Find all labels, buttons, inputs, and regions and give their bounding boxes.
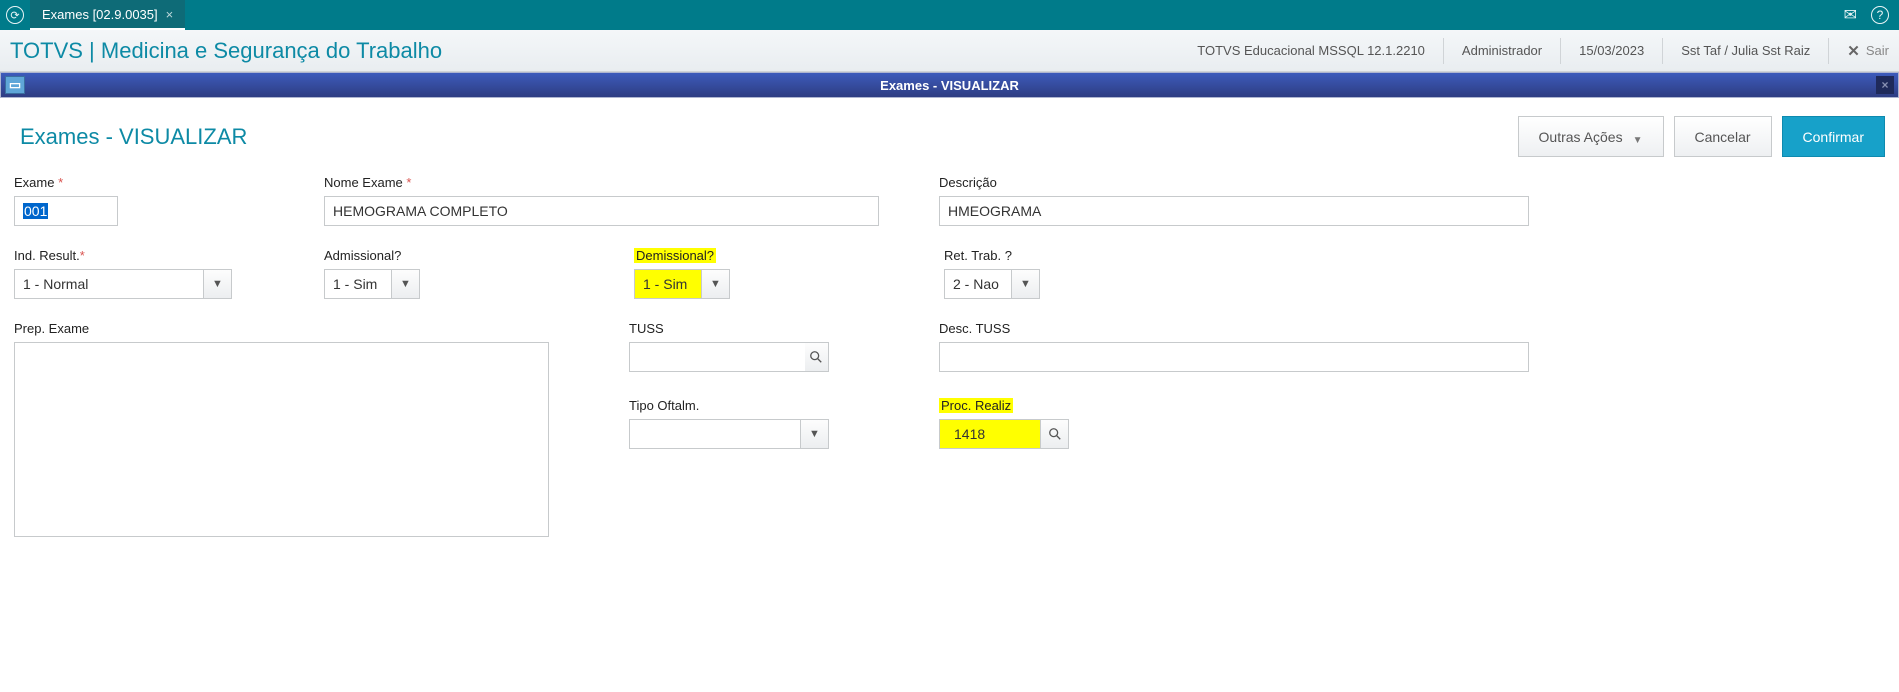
confirm-label: Confirmar [1803, 129, 1864, 145]
product-title: TOTVS | Medicina e Segurança do Trabalho [10, 38, 442, 64]
other-actions-button[interactable]: Outras Ações ▼ [1518, 116, 1664, 157]
tab-label: Exames [02.9.0035] [42, 7, 158, 22]
rettrab-dropdown-button[interactable]: ▼ [1012, 269, 1040, 299]
demissional-label: Demissional? [634, 248, 934, 263]
search-icon [809, 350, 823, 364]
nome-exame-label: Nome Exame * [324, 175, 929, 190]
mail-icon[interactable]: ✉ [1844, 5, 1857, 25]
page-title: Exames - VISUALIZAR [20, 124, 247, 150]
tipooftalm-dropdown-button[interactable]: ▼ [801, 419, 829, 449]
app-logo-icon: ⟳ [6, 6, 24, 24]
admissional-dropdown-button[interactable]: ▼ [392, 269, 420, 299]
indresult-dropdown-button[interactable]: ▼ [204, 269, 232, 299]
other-actions-label: Outras Ações [1539, 129, 1623, 145]
tipooftalm-label: Tipo Oftalm. [629, 398, 929, 413]
tuss-input[interactable] [629, 342, 805, 372]
admissional-label: Admissional? [324, 248, 624, 263]
descricao-label: Descrição [939, 175, 1885, 190]
header-env: TOTVS Educacional MSSQL 12.1.2210 [1197, 43, 1425, 58]
app-topbar: ⟳ Exames [02.9.0035] × ✉ ? [0, 0, 1899, 30]
exame-label: Exame * [14, 175, 314, 190]
help-icon[interactable]: ? [1871, 6, 1889, 24]
procrealiz-label: Proc. Realiz [939, 398, 1069, 413]
cancel-label: Cancelar [1695, 129, 1751, 145]
window-icon: ▭ [5, 76, 25, 94]
admissional-select[interactable]: 1 - Sim [324, 269, 392, 299]
search-icon [1048, 427, 1062, 441]
tipooftalm-select[interactable] [629, 419, 801, 449]
procrealiz-input[interactable]: 1418 [939, 419, 1041, 449]
exit-button[interactable]: ✕ Sair [1847, 42, 1889, 60]
close-icon: ✕ [1847, 42, 1860, 60]
exame-input[interactable]: 001 [14, 196, 118, 226]
demissional-select[interactable]: 1 - Sim [634, 269, 702, 299]
header-user: Administrador [1462, 43, 1542, 58]
prep-exame-label: Prep. Exame [14, 321, 619, 336]
nome-exame-input[interactable] [324, 196, 879, 226]
desctuss-label: Desc. TUSS [939, 321, 1529, 336]
confirm-button[interactable]: Confirmar [1782, 116, 1885, 157]
header-bar: TOTVS | Medicina e Segurança do Trabalho… [0, 30, 1899, 72]
rettrab-select[interactable]: 2 - Nao [944, 269, 1012, 299]
indresult-label: Ind. Result.* [14, 248, 314, 263]
cancel-button[interactable]: Cancelar [1674, 116, 1772, 157]
indresult-select[interactable]: 1 - Normal [14, 269, 204, 299]
window-titlebar: ▭ Exames - VISUALIZAR × [0, 72, 1899, 98]
tab-close-icon[interactable]: × [166, 7, 174, 22]
tab-exames[interactable]: Exames [02.9.0035] × [30, 0, 185, 30]
tuss-label: TUSS [629, 321, 929, 336]
exit-label: Sair [1866, 43, 1889, 58]
descricao-input[interactable] [939, 196, 1529, 226]
demissional-dropdown-button[interactable]: ▼ [702, 269, 730, 299]
window-title: Exames - VISUALIZAR [880, 78, 1019, 93]
page-body: Exames - VISUALIZAR Outras Ações ▼ Cance… [0, 98, 1899, 567]
rettrab-label: Ret. Trab. ? [944, 248, 1885, 263]
procrealiz-search-button[interactable] [1041, 419, 1069, 449]
exame-value: 001 [23, 203, 48, 219]
window-close-button[interactable]: × [1876, 76, 1894, 94]
header-date: 15/03/2023 [1579, 43, 1644, 58]
prep-exame-textarea[interactable] [14, 342, 549, 537]
tuss-search-button[interactable] [805, 342, 829, 372]
caret-down-icon: ▼ [1633, 135, 1643, 146]
desctuss-input[interactable] [939, 342, 1529, 372]
header-context: Sst Taf / Julia Sst Raiz [1681, 43, 1810, 58]
